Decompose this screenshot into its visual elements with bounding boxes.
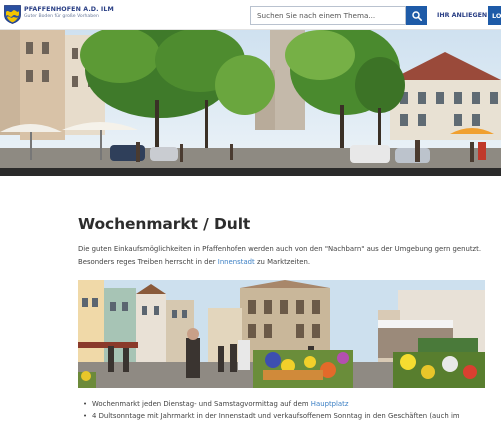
anliegen-menu-link[interactable]: IHR ANLIEGEN [437, 12, 487, 19]
search-icon [411, 10, 422, 21]
intro-text: Die guten Einkaufsmöglichkeiten in Pfaff… [78, 243, 498, 269]
site-header: PFAFFENHOFEN A.D. ILM Guter Boden für gr… [0, 0, 501, 30]
intro-line-2-post: zu Marktzeiten. [254, 258, 311, 266]
market-info-list: Wochenmarkt jeden Dienstag- und Samstagv… [78, 398, 501, 422]
bullet-1-text: Wochenmarkt jeden Dienstag- und Samstagv… [92, 400, 311, 408]
page-title: Wochenmarkt / Dult [78, 215, 251, 233]
market-photo [78, 280, 485, 388]
intro-line-1: Die guten Einkaufsmöglichkeiten in Pfaff… [78, 245, 482, 253]
list-item: Wochenmarkt jeden Dienstag- und Samstagv… [78, 398, 501, 410]
login-button[interactable]: LO [488, 6, 501, 25]
search-button[interactable] [406, 6, 427, 25]
intro-line-2-pre: Besonders reges Treiben herrscht in der [78, 258, 218, 266]
brand-tagline: Guter Boden für große Vorhaben [24, 14, 99, 20]
list-item: 4 Dultsonntage mit Jahrmarkt in der Inne… [78, 410, 501, 422]
hero-photo [0, 30, 501, 176]
bullet-2-text: 4 Dultsonntage mit Jahrmarkt in der Inne… [92, 412, 460, 420]
innenstadt-link[interactable]: Innenstadt [218, 258, 255, 266]
brand[interactable]: PFAFFENHOFEN A.D. ILM Guter Boden für gr… [24, 6, 114, 20]
hauptplatz-link[interactable]: Hauptplatz [311, 400, 349, 408]
hero-divider [0, 168, 501, 176]
search-input[interactable] [250, 6, 406, 25]
coat-of-arms-icon[interactable] [4, 5, 21, 24]
brand-name: PFAFFENHOFEN A.D. ILM [24, 6, 114, 13]
